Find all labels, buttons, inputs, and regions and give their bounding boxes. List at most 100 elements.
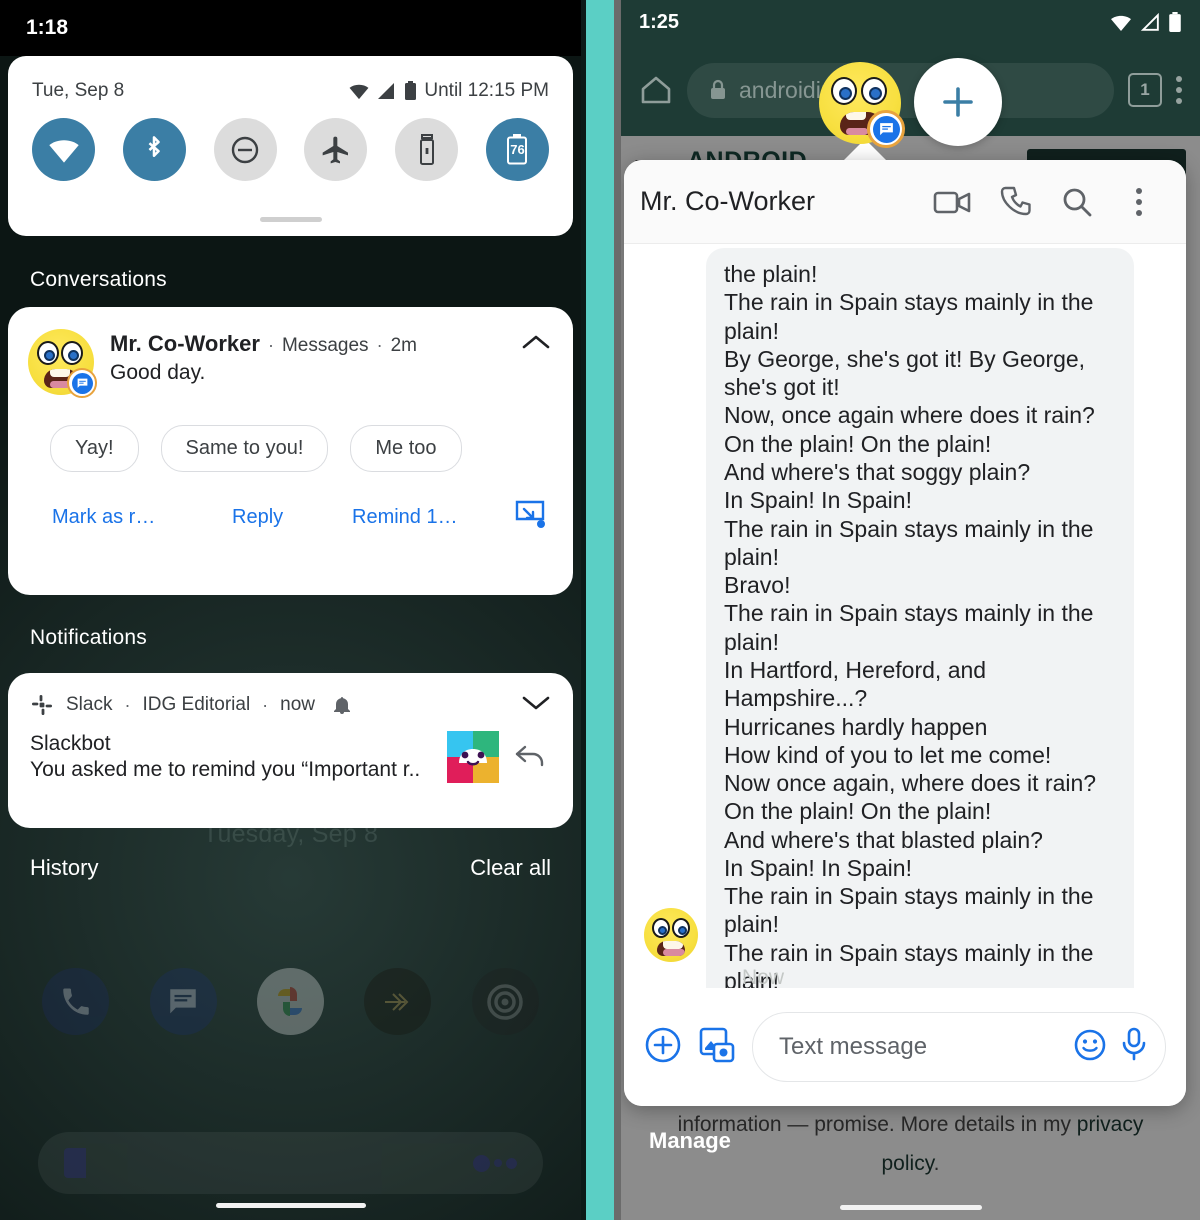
phone-call-icon (1000, 186, 1031, 215)
expand-notification-button[interactable] (521, 694, 551, 717)
action-remind-me[interactable]: Remind 1… (352, 506, 502, 529)
conversation-app-name: Messages (281, 335, 369, 356)
microphone-icon (1122, 1027, 1146, 1060)
dock-app-photos[interactable] (256, 968, 324, 1035)
browser-toolbar: androidintel.net 1 (621, 44, 1200, 136)
message-line: The rain in Spain stays mainly in the pl… (724, 600, 1094, 655)
home-icon[interactable] (639, 74, 673, 106)
eye-left-icon (831, 77, 857, 105)
history-button[interactable]: History (30, 855, 98, 881)
shade-drag-handle[interactable] (259, 217, 322, 222)
collapse-notification-button[interactable] (519, 329, 553, 351)
flashlight-icon (419, 133, 434, 165)
message-line: On the plain! On the plain! (724, 430, 992, 457)
bubble-head-mr-co-worker[interactable] (819, 62, 905, 148)
section-heading-conversations: Conversations (30, 268, 167, 291)
manage-bubbles-button[interactable]: Manage (649, 1128, 731, 1154)
attach-plus-button[interactable] (644, 1026, 682, 1069)
left-status-bar: 1:18 (0, 0, 581, 56)
assistant-icon (473, 1154, 517, 1172)
message-input-field[interactable]: Text message (752, 1012, 1166, 1082)
mouth-icon (657, 941, 685, 956)
quick-tile-airplane-mode[interactable] (304, 118, 368, 181)
message-line: Bravo! (724, 572, 791, 599)
conversation-sender-name: Mr. Co-Worker (110, 331, 260, 356)
slack-workspace: IDG Editorial (142, 694, 251, 715)
bubble-conversation-panel: Mr. Co-Worker the plain! The rain in Spa… (624, 160, 1186, 1106)
slack-thumbnail-image (447, 731, 499, 783)
gallery-camera-icon (699, 1027, 735, 1062)
dock-app-phone[interactable] (42, 968, 110, 1035)
pocket-casts-icon (487, 983, 523, 1020)
bubble-overflow-menu-button[interactable] (1108, 187, 1170, 216)
smart-reply-chip-1[interactable]: Yay! (50, 425, 139, 472)
battery-icon (405, 81, 417, 100)
dock-app-pocket-casts[interactable] (471, 968, 539, 1035)
microphone-button[interactable] (1121, 1027, 1147, 1068)
clear-all-button[interactable]: Clear all (470, 855, 551, 881)
quick-settings-panel: Tue, Sep 8 Until 12:15 PM 76 (8, 56, 573, 236)
shade-footer-row: History Clear all (0, 855, 581, 881)
avatar (644, 908, 698, 962)
right-navigation-pill[interactable] (839, 1205, 982, 1210)
separator-dot: · (376, 335, 383, 355)
video-call-button[interactable] (922, 187, 984, 217)
left-navigation-pill[interactable] (215, 1203, 366, 1208)
action-mark-as-read[interactable]: Mark as r… (52, 506, 232, 529)
alert-bell-icon (334, 697, 351, 714)
plus-icon (943, 87, 973, 117)
app-dock (0, 968, 581, 1058)
open-bubble-button[interactable] (515, 500, 545, 535)
slack-people-thumbnail-icon (447, 731, 499, 783)
quick-tile-bluetooth[interactable] (122, 118, 186, 181)
add-bubble-button[interactable] (914, 58, 1002, 146)
smart-reply-chip-2[interactable]: Same to you! (160, 425, 329, 472)
google-search-bar[interactable] (38, 1132, 543, 1194)
bubble-icon (515, 500, 545, 528)
messages-icon (879, 122, 893, 135)
gallery-camera-button[interactable] (698, 1026, 736, 1069)
chevron-up-icon (522, 335, 550, 349)
emoji-button[interactable] (1073, 1028, 1107, 1067)
message-line: the plain! (724, 261, 818, 287)
message-line: On the plain! On the plain! (724, 798, 992, 825)
battery-status-text: Until 12:15 PM (424, 80, 549, 101)
lock-icon (711, 79, 725, 99)
message-line: The rain in Spain stays mainly in the pl… (724, 289, 1094, 344)
quick-tile-wifi[interactable] (32, 118, 95, 181)
message-line: The rain in Spain stays mainly in the pl… (724, 883, 1094, 938)
phone-call-button[interactable] (984, 185, 1046, 219)
message-line: The rain in Spain stays mainly in the pl… (724, 515, 1094, 570)
messages-app-badge-icon (67, 368, 97, 398)
smart-reply-chip-3[interactable]: Me too (350, 425, 462, 472)
status-icons (1109, 11, 1182, 33)
cellular-signal-icon (378, 83, 395, 99)
message-line: And where's that blasted plain? (724, 826, 1043, 853)
quick-tile-do-not-disturb[interactable] (213, 118, 277, 181)
conversation-notification-card[interactable]: Mr. Co-Worker · Messages · 2m Good day. … (8, 307, 573, 595)
dock-app-messages[interactable] (149, 968, 217, 1035)
bluetooth-icon (148, 135, 161, 157)
search-button[interactable] (1046, 186, 1108, 218)
quick-tile-battery-saver[interactable]: 76 (485, 118, 549, 181)
browser-overflow-menu-icon[interactable] (1176, 76, 1182, 104)
chevron-down-icon (522, 696, 550, 709)
tab-switcher-button[interactable]: 1 (1128, 73, 1162, 107)
slack-reply-button[interactable] (513, 741, 551, 774)
quick-tile-flashlight[interactable] (395, 118, 459, 181)
spongebob-face-icon (644, 908, 698, 962)
dock-app-pocket-casts-alt[interactable] (364, 968, 432, 1035)
battery-icon (1169, 11, 1181, 32)
phone-icon (62, 988, 89, 1015)
search-icon (1063, 188, 1092, 216)
google-g-icon (64, 1148, 86, 1178)
message-input-placeholder: Text message (779, 1033, 928, 1060)
right-status-bar: 1:25 (621, 0, 1200, 44)
action-reply[interactable]: Reply (232, 506, 352, 529)
message-timestamp: Now (742, 966, 785, 989)
bubble-panel-title: Mr. Co-Worker (640, 186, 816, 216)
bubble-message-thread[interactable]: the plain! The rain in Spain stays mainl… (624, 244, 1186, 1010)
slack-notification-card[interactable]: Slack · IDG Editorial · now Slackbot You… (8, 673, 573, 828)
conversation-timestamp: 2m (390, 335, 417, 356)
message-line: In Spain! In Spain! (724, 854, 912, 881)
